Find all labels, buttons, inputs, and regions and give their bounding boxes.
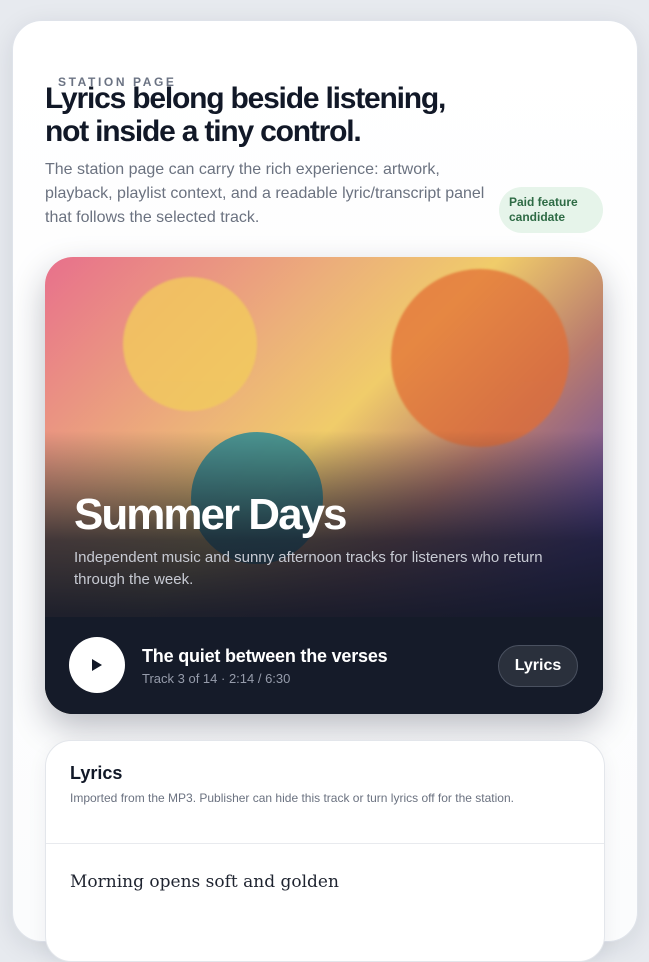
lyrics-divider [46,843,604,844]
badge-line-2: candidate [509,210,566,224]
page-title-line-1: Lyrics belong beside listening, [45,82,446,115]
page-description: The station page can carry the rich expe… [45,161,485,226]
track-title: The quiet between the verses [142,646,388,666]
badge-line-1: Paid feature [509,195,578,209]
station-description: Independent music and sunny afternoon tr… [74,549,543,588]
page-title: Lyrics belong beside listening, not insi… [45,82,485,148]
play-icon [92,659,102,671]
station-title: Summer Days [74,490,347,539]
player-bar: The quiet between the verses Track 3 of … [45,617,603,714]
track-meta: Track 3 of 14 · 2:14 / 6:30 [142,671,291,686]
paid-feature-badge: Paid feature candidate [499,187,603,233]
lyrics-heading: Lyrics [70,763,123,783]
play-button[interactable] [69,637,125,693]
lyrics-note: Imported from the MP3. Publisher can hid… [70,791,514,805]
lyrics-panel: Lyrics Imported from the MP3. Publisher … [45,740,605,962]
lyric-line: Morning opens soft and golden [70,872,339,892]
station-hero-artwork: Summer Days Independent music and sunny … [45,257,603,714]
lyrics-button[interactable]: Lyrics [498,645,578,687]
page-title-line-2: not inside a tiny control. [45,115,362,148]
